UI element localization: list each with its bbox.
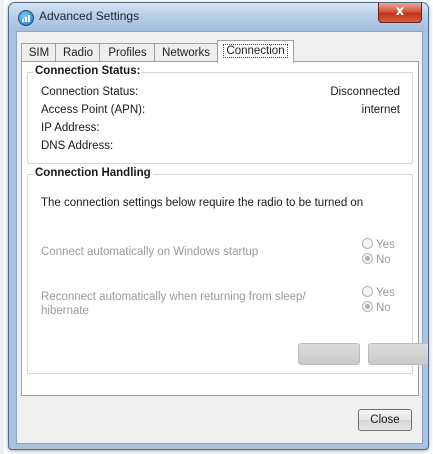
tab-label: Profiles xyxy=(108,47,147,59)
auto-connect-startup-yes-radio[interactable]: Yes xyxy=(362,238,395,252)
radio-requirement-note: The connection settings below require th… xyxy=(41,197,364,209)
connection-status-group: Connection Status: Connection Status: Di… xyxy=(27,65,413,164)
close-icon: x xyxy=(395,4,405,19)
connection-handling-group: Connection Handling The connection setti… xyxy=(27,167,428,374)
close-button[interactable]: Close xyxy=(358,409,412,431)
radio-unchecked-icon xyxy=(362,286,373,297)
tab-profiles[interactable]: Profiles xyxy=(99,43,156,62)
disabled-action-button-1[interactable] xyxy=(298,343,360,365)
radio-label: Yes xyxy=(376,287,395,299)
tab-connection[interactable]: Connection xyxy=(217,40,294,63)
connection-status-value: Disconnected xyxy=(330,86,400,98)
tab-label: Connection xyxy=(223,44,288,58)
disabled-action-button-2[interactable] xyxy=(368,343,428,365)
tab-radio[interactable]: Radio xyxy=(55,43,101,62)
auto-connect-startup-label: Connect automatically on Windows startup xyxy=(41,246,259,258)
dialog-client-area: SIM Radio Profiles Networks Connection C… xyxy=(16,31,428,444)
tab-sim[interactable]: SIM xyxy=(21,43,57,62)
signal-bars-icon xyxy=(18,10,34,26)
dns-address-label: DNS Address: xyxy=(41,140,114,152)
radio-label: Yes xyxy=(376,239,395,251)
advanced-settings-window: Advanced Settings x SIM Radio Profiles N… xyxy=(8,2,429,450)
radio-checked-icon xyxy=(362,253,373,264)
apn-value: internet xyxy=(361,104,400,116)
reconnect-after-sleep-yes-radio[interactable]: Yes xyxy=(362,286,395,300)
tab-networks[interactable]: Networks xyxy=(154,43,218,62)
ip-address-label: IP Address: xyxy=(41,122,100,134)
title-bar: Advanced Settings x xyxy=(9,3,428,31)
tab-label: Radio xyxy=(62,47,94,59)
radio-checked-icon xyxy=(362,301,373,312)
window-title: Advanced Settings xyxy=(39,9,140,23)
auto-connect-startup-no-radio[interactable]: No xyxy=(362,253,391,267)
reconnect-after-sleep-label: Reconnect automatically when returning f… xyxy=(41,291,306,317)
connection-handling-heading: Connection Handling xyxy=(33,167,153,179)
radio-unchecked-icon xyxy=(362,238,373,249)
radio-label: No xyxy=(376,302,391,314)
apn-label: Access Point (APN): xyxy=(41,104,146,116)
background-edge xyxy=(0,0,4,454)
tab-label: SIM xyxy=(28,47,50,59)
window-close-button[interactable]: x xyxy=(378,3,422,23)
connection-status-label: Connection Status: xyxy=(41,86,139,98)
tab-label: Networks xyxy=(162,47,210,59)
connection-status-heading: Connection Status: xyxy=(33,65,143,77)
radio-label: No xyxy=(376,254,391,266)
connection-tab-panel: Connection Status: Connection Status: Di… xyxy=(21,61,428,396)
reconnect-after-sleep-no-radio[interactable]: No xyxy=(362,301,391,315)
